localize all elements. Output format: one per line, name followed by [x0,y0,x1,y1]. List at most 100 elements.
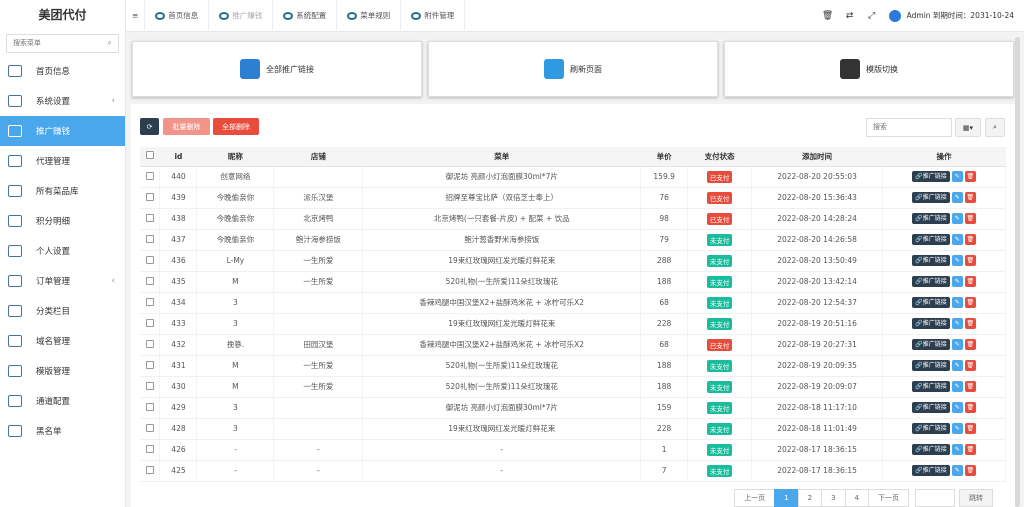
promo-link-button[interactable]: 🔗推广链接 [912,465,950,476]
edit-icon[interactable]: ✎ [952,465,963,476]
translate-icon[interactable]: ⇄ [839,11,861,21]
column-header[interactable]: 添加时间 [752,147,883,166]
row-select[interactable] [140,376,160,397]
sidebar-item[interactable]: 通道配置 [0,386,125,416]
promo-link-button[interactable]: 🔗推广链接 [912,339,950,350]
checkbox[interactable] [146,193,154,201]
delete-icon[interactable]: 🗑 [965,423,976,434]
column-header[interactable]: 昵称 [197,147,274,166]
jump-page-input[interactable] [915,489,955,507]
tab[interactable]: 菜单规则 [337,0,401,32]
page-button[interactable]: 4 [845,489,869,507]
row-select[interactable] [140,166,160,187]
row-select[interactable] [140,292,160,313]
user-menu[interactable]: Admin 到期时间：2031-10-24 [883,10,1024,22]
sidebar-item[interactable]: 所有菜品库 [0,176,125,206]
sidebar-item[interactable]: 代理管理 [0,146,125,176]
checkbox[interactable] [146,172,154,180]
tab[interactable]: 首页信息 [145,0,209,32]
delete-icon[interactable]: 🗑 [965,297,976,308]
checkbox[interactable] [146,319,154,327]
sidebar-item[interactable]: 个人设置 [0,236,125,266]
menu-toggle-button[interactable]: ≡ [126,0,145,32]
table-search-input[interactable] [866,118,952,137]
promo-link-button[interactable]: 🔗推广链接 [912,192,950,203]
checkbox[interactable] [146,466,154,474]
column-header[interactable]: 操作 [883,147,1006,166]
row-select[interactable] [140,313,160,334]
column-header[interactable]: 店铺 [274,147,363,166]
all-promo-links-card[interactable]: 全部推广链接 [132,41,422,97]
sidebar-item[interactable]: 域名管理 [0,326,125,356]
delete-icon[interactable]: 🗑 [965,234,976,245]
search-icon[interactable]: ⌕ [108,38,112,48]
batch-delete-button[interactable]: 批量删除 [163,118,210,135]
delete-icon[interactable]: 🗑 [965,360,976,371]
row-select[interactable] [140,334,160,355]
promo-link-button[interactable]: 🔗推广链接 [912,423,950,434]
column-header[interactable]: 单价 [641,147,688,166]
trash-icon[interactable]: 🗑 [817,11,839,21]
page-button[interactable]: 3 [821,489,845,507]
promo-link-button[interactable]: 🔗推广链接 [912,402,950,413]
edit-icon[interactable]: ✎ [952,255,963,266]
template-switch-card[interactable]: 模版切换 [724,41,1014,97]
sidebar-search-input[interactable] [7,35,101,52]
edit-icon[interactable]: ✎ [952,234,963,245]
row-select[interactable] [140,187,160,208]
edit-icon[interactable]: ✎ [952,360,963,371]
sidebar-item[interactable]: 黑名单 [0,416,125,446]
edit-icon[interactable]: ✎ [952,444,963,455]
prev-page-button[interactable]: 上一页 [734,489,775,507]
search-button[interactable]: ⌕ [985,118,1005,137]
delete-icon[interactable]: 🗑 [965,465,976,476]
checkbox[interactable] [146,256,154,264]
edit-icon[interactable]: ✎ [952,402,963,413]
promo-link-button[interactable]: 🔗推广链接 [912,255,950,266]
edit-icon[interactable]: ✎ [952,297,963,308]
edit-icon[interactable]: ✎ [952,213,963,224]
edit-icon[interactable]: ✎ [952,381,963,392]
delete-icon[interactable]: 🗑 [965,213,976,224]
row-select[interactable] [140,397,160,418]
delete-all-button[interactable]: 全部删除 [213,118,259,135]
checkbox[interactable] [146,382,154,390]
row-select[interactable] [140,229,160,250]
delete-icon[interactable]: 🗑 [965,276,976,287]
edit-icon[interactable]: ✎ [952,171,963,182]
row-select[interactable] [140,418,160,439]
column-header[interactable]: id [160,147,197,166]
next-page-button[interactable]: 下一页 [868,489,909,507]
sidebar-item[interactable]: 模版管理 [0,356,125,386]
row-select[interactable] [140,439,160,460]
checkbox[interactable] [146,445,154,453]
edit-icon[interactable]: ✎ [952,192,963,203]
edit-icon[interactable]: ✎ [952,318,963,329]
checkbox[interactable] [146,361,154,369]
checkbox[interactable] [146,235,154,243]
checkbox[interactable] [146,151,154,159]
delete-icon[interactable]: 🗑 [965,255,976,266]
tab[interactable]: 系统配置 [273,0,337,32]
sidebar-item[interactable]: 系统设置‹ [0,86,125,116]
refresh-page-card[interactable]: 刷新页面 [428,41,718,97]
delete-icon[interactable]: 🗑 [965,171,976,182]
promo-link-button[interactable]: 🔗推广链接 [912,171,950,182]
page-button[interactable]: 1 [774,489,798,507]
checkbox[interactable] [146,298,154,306]
row-select[interactable] [140,250,160,271]
checkbox[interactable] [146,340,154,348]
promo-link-button[interactable]: 🔗推广链接 [912,381,950,392]
tab[interactable]: 推广赚钱 [209,0,273,32]
column-header[interactable]: 支付状态 [688,147,752,166]
row-select[interactable] [140,271,160,292]
promo-link-button[interactable]: 🔗推广链接 [912,276,950,287]
jump-button[interactable]: 跳转 [959,489,993,507]
delete-icon[interactable]: 🗑 [965,381,976,392]
promo-link-button[interactable]: 🔗推广链接 [912,234,950,245]
columns-toggle-button[interactable]: ▦▾ [955,118,981,137]
row-select[interactable] [140,208,160,229]
sidebar-item[interactable]: 首页信息 [0,56,125,86]
row-select[interactable] [140,355,160,376]
sidebar-item[interactable]: 分类栏目 [0,296,125,326]
